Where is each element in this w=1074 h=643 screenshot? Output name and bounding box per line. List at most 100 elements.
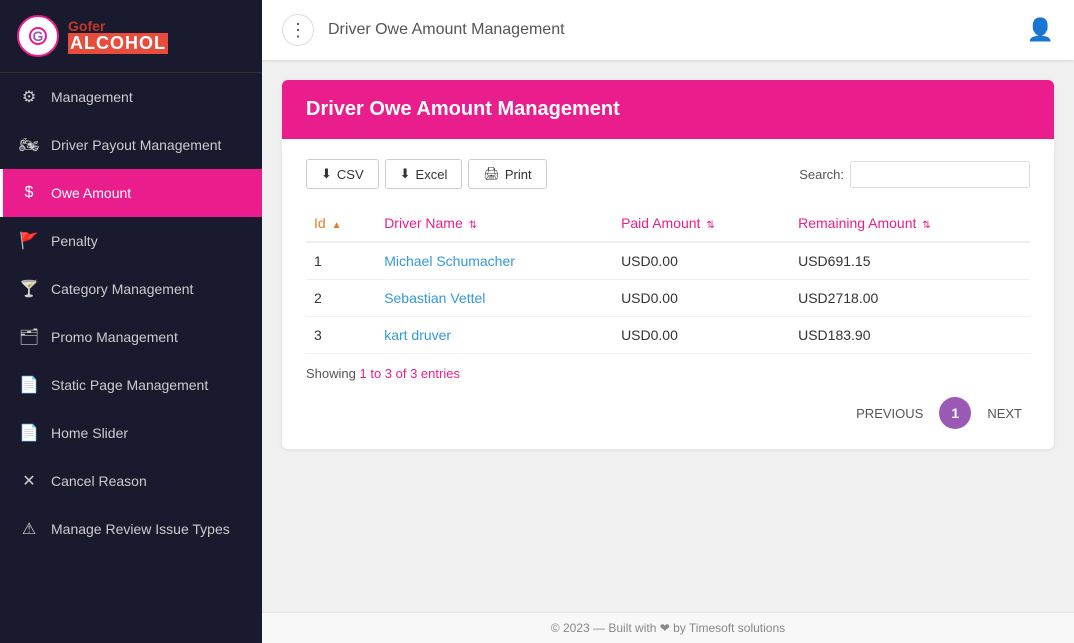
sidebar-item-management-label: Management xyxy=(51,88,133,106)
search-area: Search: xyxy=(799,161,1030,188)
page-number-1-label: 1 xyxy=(951,405,959,421)
cell-paid-amount: USD0.00 xyxy=(613,317,790,354)
table-row: 3 kart druver USD0.00 USD183.90 xyxy=(306,317,1030,354)
cell-driver-name: Michael Schumacher xyxy=(376,242,613,280)
footer-text: © 2023 — Built with ❤ by Timesoft soluti… xyxy=(551,621,785,635)
sidebar: G Gofer ALCOHOL ⚙ Management 🏍 Driver Pa… xyxy=(0,0,262,643)
cell-remaining-amount: USD2718.00 xyxy=(790,280,1030,317)
cell-paid-amount: USD0.00 xyxy=(613,280,790,317)
csv-icon: ⬇ xyxy=(321,166,332,182)
svg-text:G: G xyxy=(33,28,44,44)
data-table: Id ▲ Driver Name ⇅ Paid Amount ⇅ xyxy=(306,205,1030,354)
sidebar-item-static-page-label: Static Page Management xyxy=(51,376,208,394)
card-header: Driver Owe Amount Management xyxy=(282,80,1054,139)
search-input[interactable] xyxy=(850,161,1030,188)
col-driver-sort-icon: ⇅ xyxy=(469,220,477,231)
user-icon[interactable]: 👤 xyxy=(1027,17,1054,43)
print-icon: 🖨 xyxy=(483,166,500,182)
footer: © 2023 — Built with ❤ by Timesoft soluti… xyxy=(262,612,1074,643)
sidebar-item-penalty-label: Penalty xyxy=(51,232,98,250)
page-card: Driver Owe Amount Management ⬇ CSV ⬇ Exc… xyxy=(282,80,1054,449)
excel-label: Excel xyxy=(416,167,448,182)
sidebar-item-promo[interactable]: 🗂 Promo Management xyxy=(0,313,262,361)
cancel-reason-icon: ✕ xyxy=(19,471,39,491)
static-page-icon: 📄 xyxy=(19,375,39,395)
cell-paid-amount: USD0.00 xyxy=(613,242,790,280)
cell-remaining-amount: USD691.15 xyxy=(790,242,1030,280)
csv-button[interactable]: ⬇ CSV xyxy=(306,159,379,189)
card-title: Driver Owe Amount Management xyxy=(306,98,620,120)
excel-button[interactable]: ⬇ Excel xyxy=(385,159,463,189)
toolbar: ⬇ CSV ⬇ Excel 🖨 Print Search: xyxy=(306,159,1030,189)
next-button[interactable]: NEXT xyxy=(979,402,1030,425)
sidebar-item-home-slider-label: Home Slider xyxy=(51,424,128,442)
sidebar-item-category-label: Category Management xyxy=(51,280,193,298)
cell-id: 1 xyxy=(306,242,376,280)
page-number-1[interactable]: 1 xyxy=(939,397,971,429)
cell-driver-name: Sebastian Vettel xyxy=(376,280,613,317)
sidebar-item-cancel-reason-label: Cancel Reason xyxy=(51,472,147,490)
brand-name: Gofer ALCOHOL xyxy=(68,19,168,54)
sidebar-item-cancel-reason[interactable]: ✕ Cancel Reason xyxy=(0,457,262,505)
review-issue-icon: ⚠ xyxy=(19,519,39,539)
sidebar-logo: G Gofer ALCOHOL xyxy=(0,0,262,73)
dots-icon: ⋮ xyxy=(289,20,307,41)
table-header-row: Id ▲ Driver Name ⇅ Paid Amount ⇅ xyxy=(306,205,1030,242)
next-label: NEXT xyxy=(987,406,1022,421)
cell-id: 2 xyxy=(306,280,376,317)
sidebar-item-penalty[interactable]: 🚩 Penalty xyxy=(0,217,262,265)
table-row: 1 Michael Schumacher USD0.00 USD691.15 xyxy=(306,242,1030,280)
col-paid-amount[interactable]: Paid Amount ⇅ xyxy=(613,205,790,242)
owe-amount-icon: $ xyxy=(19,183,39,203)
col-remaining-amount-label: Remaining Amount xyxy=(798,215,916,231)
card-body: ⬇ CSV ⬇ Excel 🖨 Print Search: xyxy=(282,139,1054,449)
page-title: Driver Owe Amount Management xyxy=(328,21,1027,39)
showing-range: 1 to 3 xyxy=(359,366,392,381)
col-id-label: Id xyxy=(314,215,326,231)
sidebar-item-static-page[interactable]: 📄 Static Page Management xyxy=(0,361,262,409)
print-label: Print xyxy=(505,167,532,182)
col-remaining-sort-icon: ⇅ xyxy=(922,220,930,231)
sidebar-item-owe-amount-label: Owe Amount xyxy=(51,184,131,202)
sidebar-item-home-slider[interactable]: 📄 Home Slider xyxy=(0,409,262,457)
previous-label: PREVIOUS xyxy=(856,406,923,421)
cell-id: 3 xyxy=(306,317,376,354)
category-icon: 🍸 xyxy=(19,279,39,299)
sidebar-item-review-issue[interactable]: ⚠ Manage Review Issue Types xyxy=(0,505,262,553)
table-row: 2 Sebastian Vettel USD0.00 USD2718.00 xyxy=(306,280,1030,317)
sidebar-item-category[interactable]: 🍸 Category Management xyxy=(0,265,262,313)
brand-logo-icon: G xyxy=(16,14,60,58)
table-body: 1 Michael Schumacher USD0.00 USD691.15 2… xyxy=(306,242,1030,354)
sidebar-item-owe-amount[interactable]: $ Owe Amount xyxy=(0,169,262,217)
showing-total: of 3 entries xyxy=(396,366,460,381)
promo-icon: 🗂 xyxy=(19,327,39,347)
col-paid-sort-icon: ⇅ xyxy=(706,220,714,231)
pagination: PREVIOUS 1 NEXT xyxy=(306,397,1030,429)
penalty-icon: 🚩 xyxy=(19,231,39,251)
search-label: Search: xyxy=(799,167,844,182)
brand-name-alcohol: ALCOHOL xyxy=(68,33,168,54)
showing-text: Showing 1 to 3 of 3 entries xyxy=(306,366,1030,381)
col-id[interactable]: Id ▲ xyxy=(306,205,376,242)
management-icon: ⚙ xyxy=(19,87,39,107)
col-driver-name-label: Driver Name xyxy=(384,215,463,231)
sidebar-item-promo-label: Promo Management xyxy=(51,328,178,346)
excel-icon: ⬇ xyxy=(400,166,411,182)
csv-label: CSV xyxy=(337,167,364,182)
sidebar-item-management[interactable]: ⚙ Management xyxy=(0,73,262,121)
sidebar-item-driver-payout-label: Driver Payout Management xyxy=(51,136,221,154)
top-bar: ⋮ Driver Owe Amount Management 👤 xyxy=(262,0,1074,60)
cell-driver-name: kart druver xyxy=(376,317,613,354)
cell-remaining-amount: USD183.90 xyxy=(790,317,1030,354)
menu-dots-button[interactable]: ⋮ xyxy=(282,14,314,46)
driver-payout-icon: 🏍 xyxy=(19,135,39,155)
sidebar-item-driver-payout[interactable]: 🏍 Driver Payout Management xyxy=(0,121,262,169)
brand-name-gofer: Gofer xyxy=(68,19,168,33)
print-button[interactable]: 🖨 Print xyxy=(468,159,546,189)
col-remaining-amount[interactable]: Remaining Amount ⇅ xyxy=(790,205,1030,242)
main-content: ⋮ Driver Owe Amount Management 👤 Driver … xyxy=(262,0,1074,643)
col-driver-name[interactable]: Driver Name ⇅ xyxy=(376,205,613,242)
previous-button[interactable]: PREVIOUS xyxy=(848,402,931,425)
col-id-sort-icon: ▲ xyxy=(332,220,342,231)
page-content: Driver Owe Amount Management ⬇ CSV ⬇ Exc… xyxy=(262,60,1074,612)
